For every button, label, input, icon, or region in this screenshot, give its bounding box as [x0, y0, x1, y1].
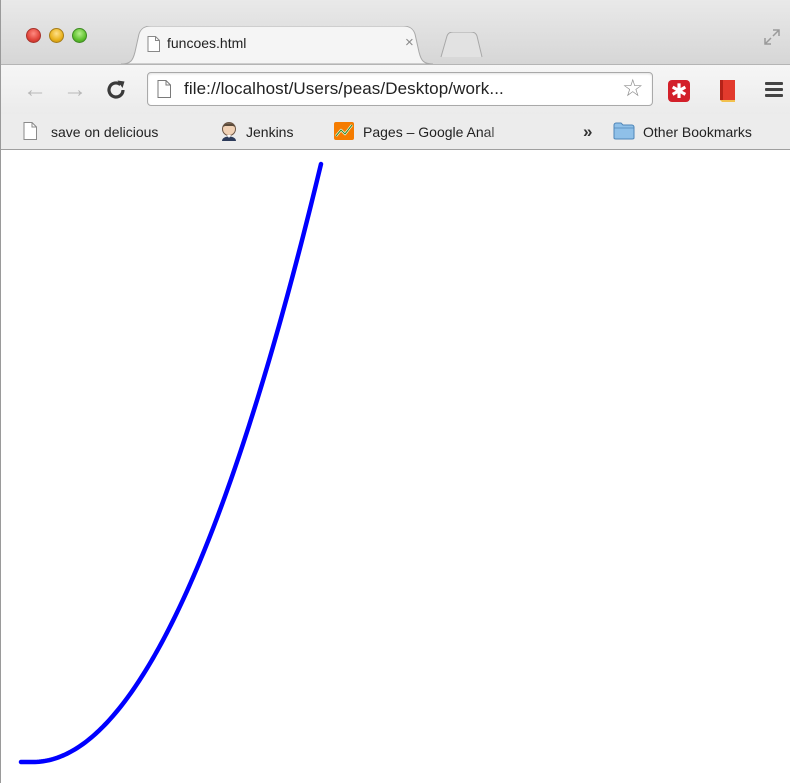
tab-title: funcoes.html [167, 35, 247, 51]
page-icon [157, 80, 171, 98]
tab-close-icon[interactable]: × [405, 34, 414, 51]
traffic-minimize-icon[interactable] [49, 28, 64, 43]
analytics-icon [334, 122, 354, 140]
lastpass-icon[interactable]: ✱ [668, 80, 690, 103]
bookmark-label: save on delicious [51, 124, 159, 140]
page-content [1, 150, 790, 783]
reload-icon[interactable] [105, 79, 127, 101]
url-text[interactable]: file://localhost/Users/peas/Desktop/work… [184, 79, 618, 99]
function-curve [18, 161, 324, 765]
bookmarks-bar: save on delicious Jenkins Pages – Google… [1, 114, 790, 150]
bookmark-label: Other Bookmarks [643, 124, 752, 140]
browser-window: funcoes.html × ← → file://localhost/User… [0, 0, 790, 783]
bookmark-label: Jenkins [246, 124, 294, 140]
label-fade [483, 121, 523, 143]
menu-icon[interactable] [765, 82, 783, 98]
book-icon[interactable] [717, 79, 737, 103]
page-icon [23, 122, 37, 140]
star-icon[interactable]: ☆ [622, 77, 644, 101]
toolbar: ← → file://localhost/Users/peas/Desktop/… [1, 64, 790, 114]
back-button[interactable]: ← [23, 78, 47, 102]
tab-strip: funcoes.html × [1, 0, 790, 64]
traffic-close-icon[interactable] [26, 28, 41, 43]
folder-icon [613, 122, 635, 140]
forward-button[interactable]: → [63, 78, 87, 102]
function-plot-canvas [18, 161, 324, 765]
page-icon [147, 36, 160, 52]
jenkins-icon [222, 122, 236, 141]
tab-active[interactable]: funcoes.html × [121, 26, 433, 64]
address-bar[interactable]: file://localhost/Users/peas/Desktop/work… [147, 72, 653, 106]
traffic-zoom-icon[interactable] [72, 28, 87, 43]
bookmarks-overflow-button[interactable]: » [583, 122, 592, 142]
fullscreen-icon[interactable] [763, 28, 781, 46]
new-tab-button[interactable] [435, 32, 483, 58]
